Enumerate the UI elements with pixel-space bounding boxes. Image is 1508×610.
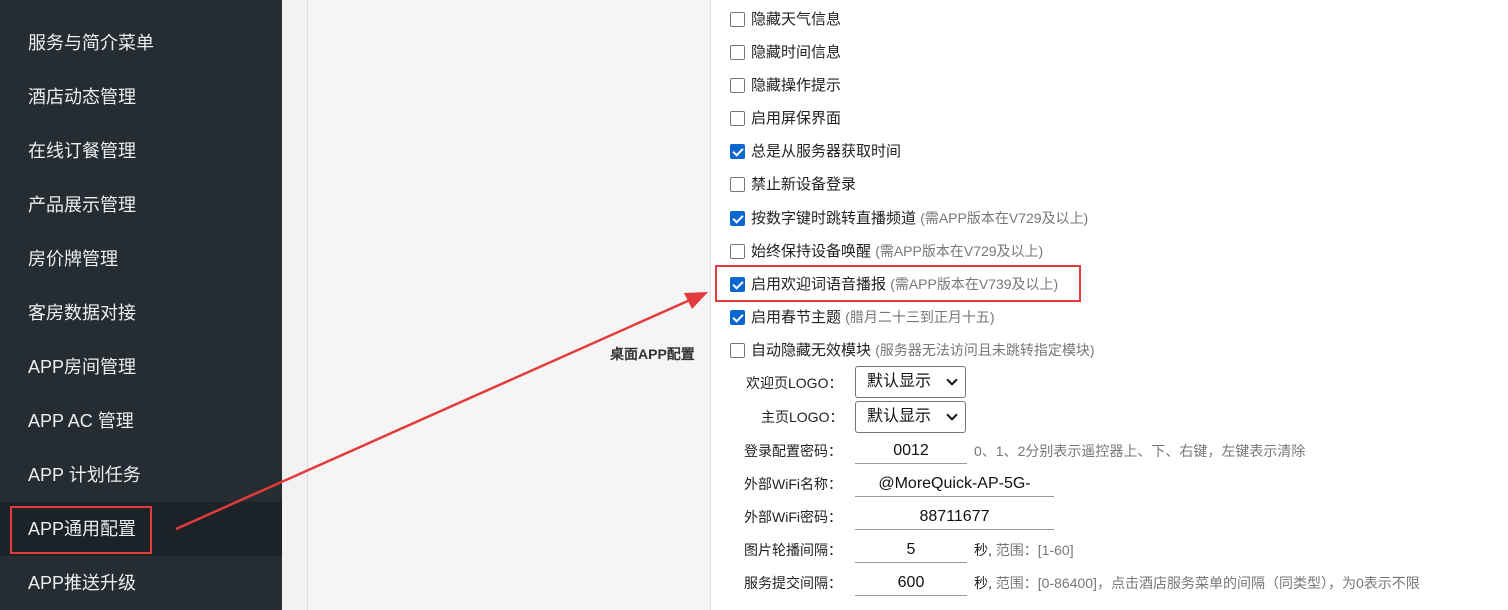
option-label: 按数字键时跳转直播频道 <box>751 210 917 227</box>
option-screensaver[interactable]: 启用屏保界面 <box>730 107 841 131</box>
sidebar-item-app-push-upgrade[interactable]: APP推送升级 <box>0 556 282 610</box>
unit-label: 秒, <box>974 542 992 558</box>
sidebar-item-app-ac[interactable]: APP AC 管理 <box>0 394 282 448</box>
highlight-box-sidebar <box>10 506 152 554</box>
option-label: 始终保持设备唤醒 <box>751 243 872 260</box>
option-label: 隐藏时间信息 <box>751 44 842 61</box>
section-label: 桌面APP配置 <box>610 346 695 362</box>
checkbox[interactable] <box>730 45 745 60</box>
checkbox[interactable] <box>730 78 745 93</box>
submit-interval-input[interactable]: 600 <box>855 571 967 596</box>
home-logo-label: 主页LOGO： <box>761 409 844 425</box>
sidebar-item-service-menu[interactable]: 服务与简介菜单 <box>0 16 282 70</box>
sidebar-item-app-tasks[interactable]: APP 计划任务 <box>0 448 282 502</box>
option-label: 自动隐藏无效模块 <box>751 342 872 359</box>
option-number-key-channel[interactable]: 按数字键时跳转直播频道 (需APP版本在V729及以上) <box>730 206 1088 230</box>
option-note: (需APP版本在V729及以上) <box>875 243 1044 259</box>
checkbox[interactable] <box>730 12 745 27</box>
submit-interval-hint: 秒, 范围：[0-86400]，点击酒店服务菜单的间隔（同类型），为0表示不限 <box>974 571 1420 595</box>
chevron-down-icon <box>946 374 958 386</box>
select-value: 默认显示 <box>867 373 932 390</box>
wifi-password-label: 外部WiFi密码： <box>744 509 842 525</box>
option-label: 禁止新设备登录 <box>751 176 857 193</box>
sidebar-item-room-rates[interactable]: 房价牌管理 <box>0 232 282 286</box>
checkbox[interactable] <box>730 244 745 259</box>
sidebar-item-app-rooms[interactable]: APP房间管理 <box>0 340 282 394</box>
welcome-logo-label: 欢迎页LOGO： <box>746 375 843 391</box>
login-password-label: 登录配置密码： <box>744 443 842 459</box>
range-text: 范围：[1-60] <box>995 542 1074 558</box>
submit-interval-label: 服务提交间隔： <box>744 575 842 591</box>
option-note: (腊月二十三到正月十五) <box>845 309 995 325</box>
checkbox-checked[interactable] <box>730 310 745 325</box>
unit-label: 秒, <box>974 575 992 591</box>
checkbox[interactable] <box>730 177 745 192</box>
wifi-password-input[interactable]: 88711677 <box>855 505 1054 530</box>
carousel-interval-hint: 秒, 范围：[1-60] <box>974 538 1074 562</box>
sidebar-item-online-ordering[interactable]: 在线订餐管理 <box>0 124 282 178</box>
option-label: 隐藏操作提示 <box>751 77 842 94</box>
option-note: (服务器无法访问且未跳转指定模块) <box>875 342 1095 358</box>
option-hide-time[interactable]: 隐藏时间信息 <box>730 41 841 65</box>
option-hide-weather[interactable]: 隐藏天气信息 <box>730 8 841 32</box>
sidebar-item-product-display[interactable]: 产品展示管理 <box>0 178 282 232</box>
form-label-column <box>308 0 711 610</box>
option-label: 隐藏天气信息 <box>751 11 842 28</box>
range-text: 范围：[0-86400]，点击酒店服务菜单的间隔（同类型），为0表示不限 <box>995 575 1420 591</box>
option-label: 启用春节主题 <box>751 309 842 326</box>
chevron-down-icon <box>946 409 958 421</box>
login-password-hint: 0、1、2分别表示遥控器上、下、右键，左键表示清除 <box>974 443 1306 459</box>
option-spring-festival[interactable]: 启用春节主题 (腊月二十三到正月十五) <box>730 305 995 329</box>
welcome-logo-select[interactable]: 默认显示 <box>855 366 966 398</box>
content-gutter <box>282 0 308 610</box>
highlight-box-option <box>715 265 1081 302</box>
checkbox[interactable] <box>730 343 745 358</box>
checkbox-checked[interactable] <box>730 144 745 159</box>
option-keep-awake[interactable]: 始终保持设备唤醒 (需APP版本在V729及以上) <box>730 239 1043 263</box>
home-logo-select[interactable]: 默认显示 <box>855 401 966 433</box>
option-auto-hide-modules[interactable]: 自动隐藏无效模块 (服务器无法访问且未跳转指定模块) <box>730 338 1095 362</box>
option-block-new-devices[interactable]: 禁止新设备登录 <box>730 173 856 197</box>
checkbox-checked[interactable] <box>730 211 745 226</box>
option-hide-tips[interactable]: 隐藏操作提示 <box>730 74 841 98</box>
sidebar-item-room-data[interactable]: 客房数据对接 <box>0 286 282 340</box>
wifi-name-label: 外部WiFi名称： <box>744 476 842 492</box>
sidebar-item-hotel-news[interactable]: 酒店动态管理 <box>0 70 282 124</box>
option-label: 总是从服务器获取时间 <box>751 143 902 160</box>
carousel-interval-input[interactable]: 5 <box>855 538 967 563</box>
carousel-interval-label: 图片轮播间隔： <box>744 542 842 558</box>
option-label: 启用屏保界面 <box>751 110 842 127</box>
option-note: (需APP版本在V729及以上) <box>920 210 1089 226</box>
login-password-input[interactable]: 0012 <box>855 439 967 464</box>
checkbox[interactable] <box>730 111 745 126</box>
wifi-name-input[interactable]: @MoreQuick-AP-5G- <box>855 472 1054 497</box>
option-server-time[interactable]: 总是从服务器获取时间 <box>730 140 901 164</box>
select-value: 默认显示 <box>867 408 932 425</box>
